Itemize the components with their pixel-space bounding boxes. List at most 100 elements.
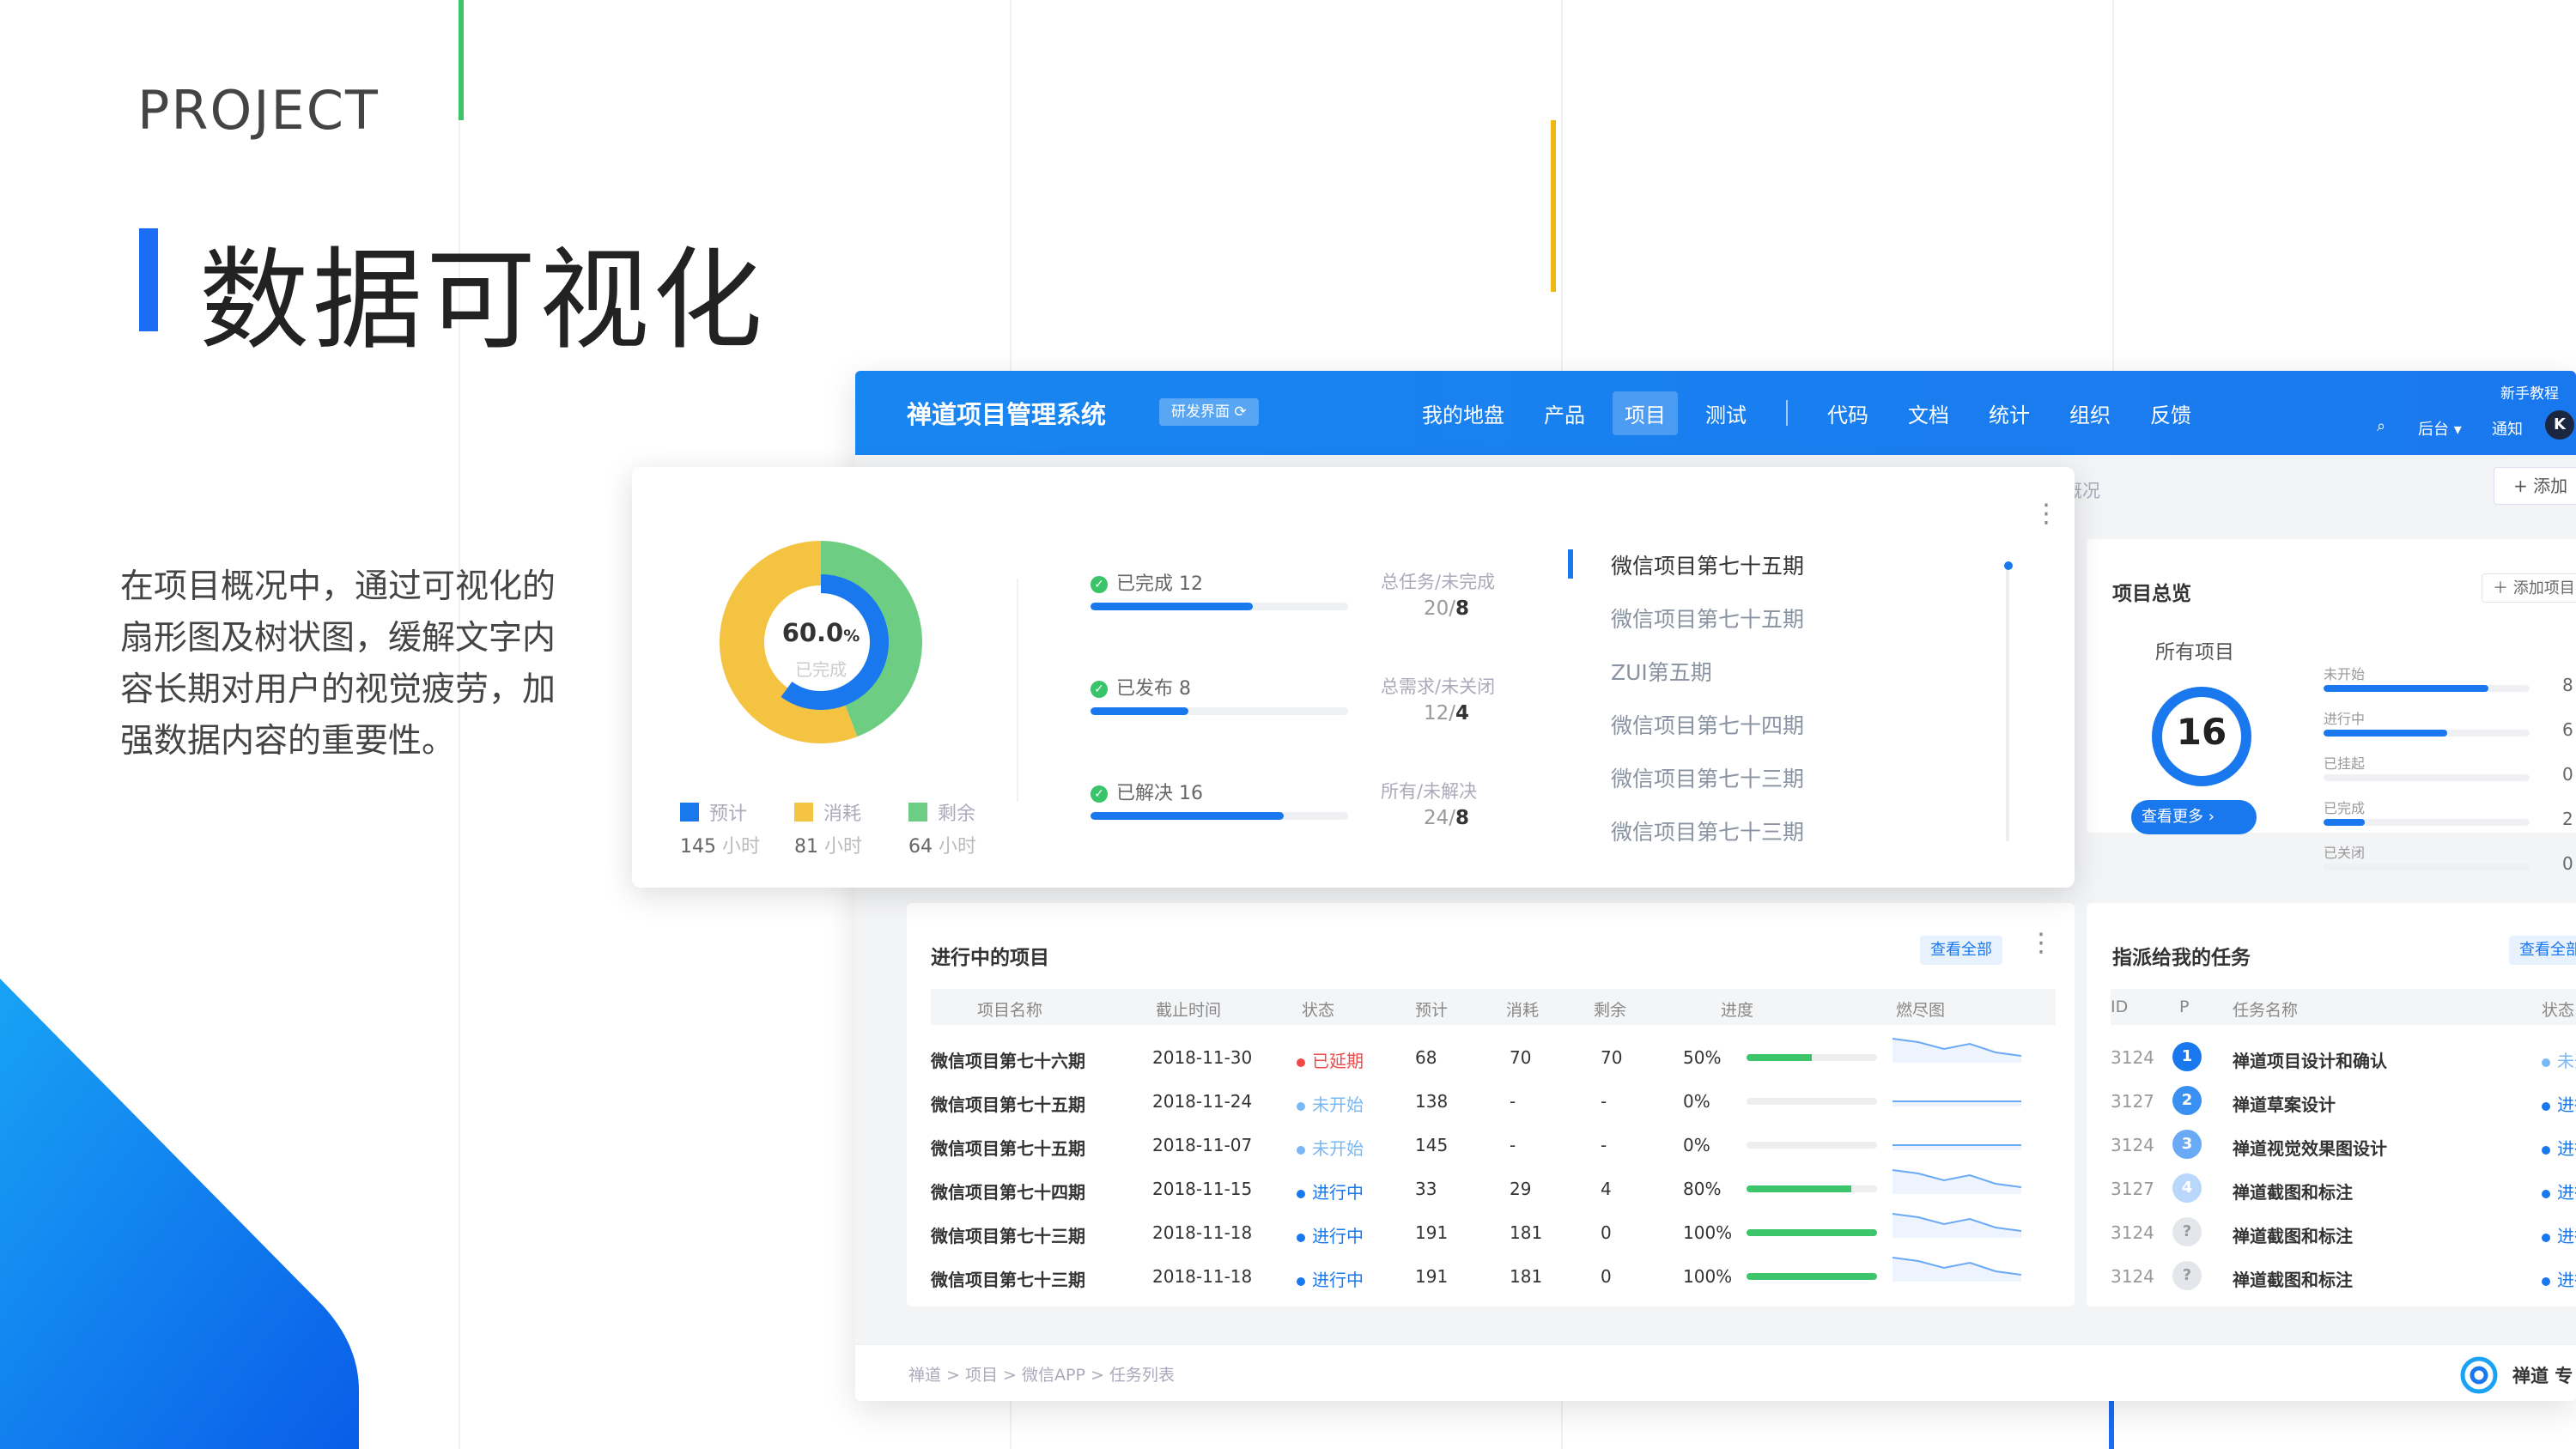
nav-item[interactable]: 测试: [1705, 398, 1747, 428]
plus-icon: +: [2513, 476, 2534, 496]
task-id: 3127: [2111, 1179, 2154, 1199]
status-dot: [1297, 1189, 1305, 1198]
timeline-active-marker: [1568, 549, 1573, 579]
task-name-link[interactable]: 禅道项目设计和确认: [2233, 1047, 2387, 1072]
status-badge: 进行中: [1297, 1266, 1364, 1291]
brand-title[interactable]: 禅道项目管理系统: [907, 395, 1106, 431]
zentao-logo-icon: [2460, 1356, 2498, 1394]
legend-item: 消耗: [794, 798, 861, 826]
status-badge: 进行中: [1297, 1222, 1364, 1247]
timeline-item[interactable]: 微信项目第七十三期: [1611, 815, 1804, 846]
main-menu: 我的地盘 产品 项目 测试 代码 文档 统计 组织 反馈: [1422, 371, 2231, 455]
legend-value: 145 小时: [680, 836, 761, 858]
status-dot: [2542, 1276, 2550, 1286]
nav-item[interactable]: 我的地盘: [1422, 398, 1504, 428]
status-count: 8: [2562, 675, 2573, 695]
project-name-link[interactable]: 微信项目第七十三期: [931, 1266, 1085, 1291]
status-count: 2: [2562, 809, 2573, 829]
priority-badge: 2: [2172, 1086, 2202, 1115]
priority-badge: 1: [2172, 1042, 2202, 1071]
dev-interface-badge[interactable]: 研发界面 ⟳: [1159, 398, 1259, 426]
progress-percent: 100%: [1683, 1266, 1733, 1287]
due-date: 2018-11-30: [1152, 1047, 1253, 1068]
nav-item[interactable]: 文档: [1908, 398, 1949, 428]
column-header: 剩余: [1594, 1001, 1627, 1020]
legend-swatch: [680, 803, 699, 822]
scrollbar-thumb[interactable]: [2004, 561, 2013, 570]
estimate-value: 191: [1415, 1266, 1449, 1287]
priority-badge: 4: [2172, 1173, 2202, 1203]
status-badge: 未开始: [2542, 1047, 2576, 1072]
status-progress-bar: [2324, 864, 2530, 870]
timeline-item[interactable]: 微信项目第七十五期: [1611, 549, 1804, 580]
task-name-link[interactable]: 禅道视觉效果图设计: [2233, 1135, 2387, 1160]
estimate-value: 33: [1415, 1179, 1437, 1199]
consumed-value: 181: [1510, 1266, 1543, 1287]
due-date: 2018-11-18: [1152, 1222, 1253, 1243]
view-more-button[interactable]: 查看更多 ›: [2131, 800, 2257, 834]
stat-progress-bar: [1091, 603, 1348, 610]
project-name-link[interactable]: 微信项目第七十五期: [931, 1091, 1085, 1116]
backend-menu[interactable]: 后台 ▾: [2418, 417, 2462, 440]
burndown-sparkline: [1893, 1100, 2021, 1106]
task-id: 3124: [2111, 1266, 2154, 1287]
notify-link[interactable]: 通知: [2492, 417, 2523, 440]
project-name-link[interactable]: 微信项目第七十四期: [931, 1179, 1085, 1203]
eyebrow-text: PROJECT: [137, 79, 380, 142]
remaining-value: 70: [1601, 1047, 1623, 1068]
stat-sub-label: 总需求/未关闭: [1381, 676, 1496, 697]
more-menu-icon[interactable]: ⋮: [2033, 501, 2059, 527]
avatar[interactable]: K: [2545, 410, 2574, 440]
green-accent-line: [459, 0, 464, 120]
priority-badge: ?: [2172, 1261, 2202, 1290]
nav-item[interactable]: 统计: [1989, 398, 2030, 428]
timeline-item[interactable]: 微信项目第七十五期: [1611, 603, 1804, 634]
project-name-link[interactable]: 微信项目第七十五期: [931, 1135, 1085, 1160]
timeline-item[interactable]: 微信项目第七十三期: [1611, 762, 1804, 793]
task-name-link[interactable]: 禅道截图和标注: [2233, 1222, 2353, 1247]
burndown-sparkline: [1893, 1144, 2021, 1150]
status-dot: [2542, 1101, 2550, 1111]
status-badge: 已延期: [1297, 1047, 1364, 1072]
status-label: 已完成: [2324, 800, 2366, 816]
yellow-accent-line: [1551, 120, 1556, 292]
donut-percent: 60.0%: [781, 618, 860, 647]
nav-item[interactable]: 代码: [1827, 398, 1868, 428]
nav-item[interactable]: 组织: [2069, 398, 2111, 428]
progress-bar: [1747, 1142, 1877, 1149]
status-progress-bar: [2324, 819, 2530, 826]
help-link[interactable]: 新手教程: [2500, 381, 2559, 403]
add-project-button[interactable]: ＋ 添加项目: [2482, 573, 2576, 603]
project-name-link[interactable]: 微信项目第七十三期: [931, 1222, 1085, 1247]
column-header: 状态: [2542, 1001, 2575, 1020]
all-projects-label: 所有项目: [2155, 641, 2234, 664]
view-all-button[interactable]: 查看全部: [2509, 936, 2576, 965]
timeline-item[interactable]: ZUI第五期: [1611, 656, 1712, 687]
stat-progress-bar: [1091, 707, 1348, 715]
panel-title: 指派给我的任务: [2112, 947, 2251, 969]
add-button[interactable]: + 添加: [2494, 467, 2576, 505]
burndown-sparkline: [1893, 1169, 2021, 1194]
nav-item[interactable]: 反馈: [2150, 398, 2191, 428]
view-all-button[interactable]: 查看全部: [1920, 936, 2002, 965]
task-id: 3124: [2111, 1135, 2154, 1155]
timeline-scrollbar[interactable]: [2006, 567, 2009, 841]
column-header: 消耗: [1506, 1001, 1540, 1020]
task-name-link[interactable]: 禅道草案设计: [2233, 1091, 2336, 1116]
stat-total: 20/8: [1424, 597, 1470, 620]
panel-title: 项目总览: [2112, 583, 2191, 605]
check-icon: ✓: [1091, 576, 1108, 593]
status-dot: [2542, 1058, 2550, 1067]
task-name-link[interactable]: 禅道截图和标注: [2233, 1266, 2353, 1291]
status-dot: [2542, 1189, 2550, 1198]
more-menu-icon[interactable]: ⋮: [2028, 931, 2054, 956]
footer-brand: 禅道 专: [2512, 1366, 2573, 1386]
nav-item[interactable]: 项目: [1613, 391, 1678, 435]
blue-accent-line: [2109, 1399, 2114, 1449]
task-name-link[interactable]: 禅道截图和标注: [2233, 1179, 2353, 1203]
search-icon[interactable]: ⌕: [2377, 417, 2385, 435]
project-name-link[interactable]: 微信项目第七十六期: [931, 1047, 1085, 1072]
timeline-item[interactable]: 微信项目第七十四期: [1611, 709, 1804, 740]
divider: [1017, 579, 1018, 802]
nav-item[interactable]: 产品: [1544, 398, 1585, 428]
